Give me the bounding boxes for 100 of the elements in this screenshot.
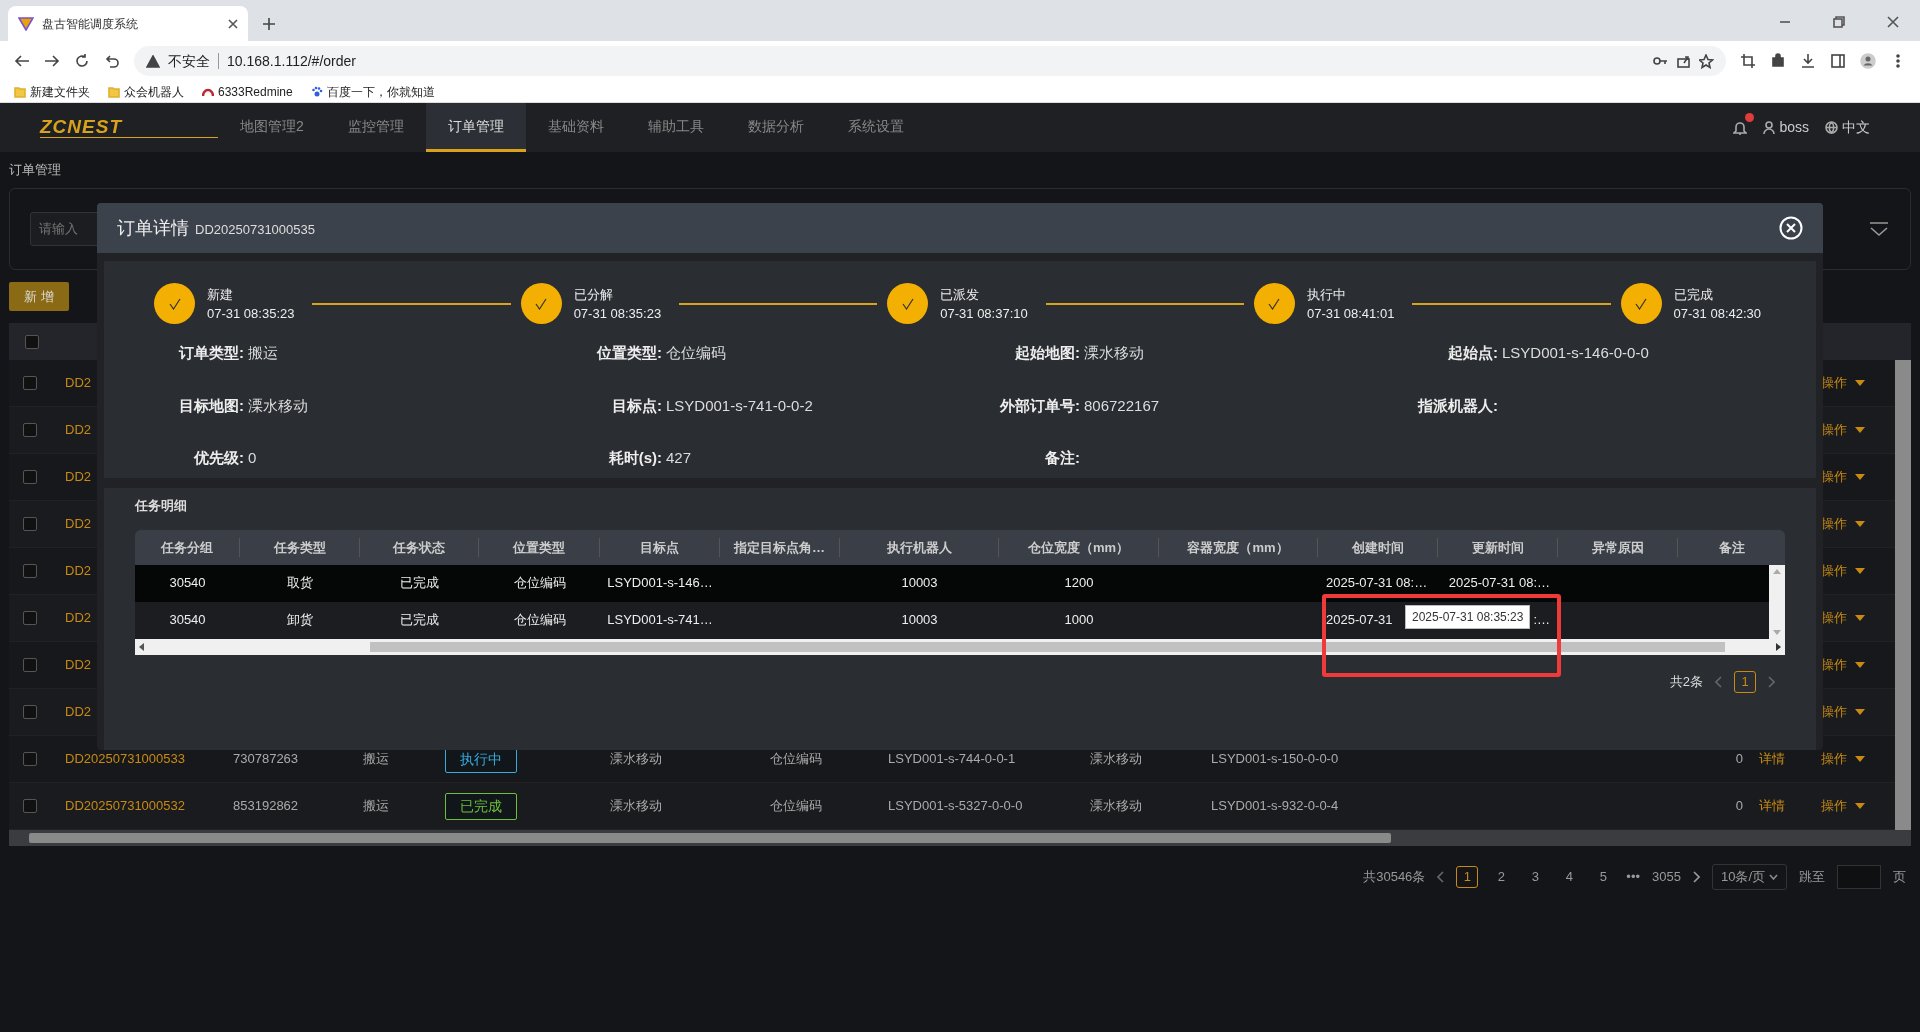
back-icon[interactable] <box>14 53 30 69</box>
field-value: 溧水移动 <box>247 395 308 416</box>
collapse-icon[interactable] <box>1868 220 1890 237</box>
prev-icon[interactable] <box>1437 870 1445 883</box>
select-all-checkbox[interactable] <box>25 334 39 349</box>
nav-tab[interactable]: 数据分析 <box>725 103 826 152</box>
scrollbar[interactable] <box>1895 360 1911 830</box>
row-checkbox[interactable] <box>23 423 37 437</box>
action-menu[interactable]: 操作 <box>1821 514 1885 534</box>
page-number[interactable]: 4 <box>1558 865 1581 888</box>
globe-icon[interactable] <box>1825 121 1838 134</box>
bookmark[interactable]: 众会机器人 <box>108 82 184 101</box>
page-number[interactable]: 2 <box>1490 865 1513 888</box>
close-icon[interactable] <box>1886 15 1900 29</box>
row-checkbox[interactable] <box>23 799 37 813</box>
new-tab-icon[interactable] <box>262 17 276 31</box>
action-menu[interactable]: 操作 <box>1821 373 1885 393</box>
table-cell: 1200 <box>1064 575 1094 591</box>
check-icon <box>1268 297 1281 310</box>
page-suffix: 页 <box>1893 868 1906 886</box>
row-checkbox[interactable] <box>23 705 37 719</box>
total-count: 共30546条 <box>1363 868 1426 886</box>
share-icon[interactable] <box>1676 53 1691 69</box>
action-menu[interactable]: 操作 <box>1821 655 1885 675</box>
row-checkbox[interactable] <box>23 517 37 531</box>
order-link[interactable]: DD20250731000532 <box>65 796 233 816</box>
detail-link[interactable]: 详情 <box>1759 749 1821 769</box>
check-icon <box>535 297 548 310</box>
order-number: DD20250731000535 <box>195 220 315 239</box>
page-number[interactable]: 1 <box>1734 670 1756 693</box>
reload-icon[interactable] <box>74 53 90 69</box>
row-checkbox[interactable] <box>23 376 37 390</box>
page-number[interactable]: 3 <box>1524 865 1547 888</box>
page-number[interactable]: 3055 <box>1652 865 1681 888</box>
step-label: 执行中 <box>1306 285 1347 304</box>
row-checkbox[interactable] <box>23 564 37 578</box>
row-checkbox[interactable] <box>23 470 37 484</box>
download-icon[interactable] <box>1800 53 1816 69</box>
detail-link[interactable]: 详情 <box>1759 796 1821 816</box>
page-size-select[interactable]: 10条/页 <box>1711 864 1787 890</box>
caret-icon <box>1855 521 1865 527</box>
table-cell-text: 0 <box>1734 797 1744 816</box>
undo-icon[interactable] <box>104 53 120 69</box>
row-checkbox[interactable] <box>23 658 37 672</box>
action-menu[interactable]: 操作 <box>1821 420 1885 440</box>
column-header: 任务类型 <box>240 537 360 557</box>
action-menu[interactable]: 操作 <box>1821 561 1885 581</box>
address-bar[interactable]: 不安全 10.168.1.112/#/order <box>134 46 1726 76</box>
add-button[interactable]: 新 增 <box>9 281 69 311</box>
sidebar-icon[interactable] <box>1830 53 1846 69</box>
caret-icon <box>1855 474 1865 480</box>
column-header: 异常原因 <box>1558 537 1678 557</box>
user-icon[interactable] <box>1763 121 1776 134</box>
close-icon[interactable] <box>228 18 238 29</box>
restore-icon[interactable] <box>1832 15 1846 29</box>
nav-tab[interactable]: 辅助工具 <box>625 103 726 152</box>
prev-icon[interactable] <box>1715 675 1722 688</box>
nav-tab[interactable]: 基础资料 <box>525 103 626 152</box>
logo-icon <box>18 16 34 31</box>
bookmark[interactable]: 6333Redmine <box>202 82 293 101</box>
nav-tab[interactable]: 订单管理 <box>425 103 526 152</box>
bell-icon[interactable] <box>1733 120 1748 137</box>
section-title: 任务明细 <box>135 496 188 515</box>
field-value: 搬运 <box>247 343 278 363</box>
column-header: 位置类型 <box>479 537 600 557</box>
nav-tab[interactable]: 监控管理 <box>325 103 426 152</box>
action-menu[interactable]: 操作 <box>1821 796 1885 816</box>
bookmark[interactable]: 百度一下，你就知道 <box>310 82 435 101</box>
scrollbar[interactable] <box>9 830 1911 846</box>
column-header: 更新时间 <box>1438 537 1558 557</box>
forward-icon[interactable] <box>44 53 60 69</box>
bookmark[interactable]: 新建文件夹 <box>14 82 90 101</box>
nav-tab[interactable]: 地图管理2 <box>218 103 326 152</box>
page-input[interactable] <box>1837 864 1881 889</box>
action-menu[interactable]: 操作 <box>1821 702 1885 722</box>
field-value: 溧水移动 <box>1083 343 1144 363</box>
table-cell: 10003 <box>901 575 938 591</box>
language-selector[interactable]: 中文 <box>1842 117 1870 138</box>
caret-icon <box>1855 756 1865 762</box>
next-icon[interactable] <box>1692 870 1700 883</box>
crop-icon[interactable] <box>1740 53 1756 69</box>
star-icon[interactable] <box>1699 53 1714 69</box>
page-ellipsis[interactable]: ••• <box>1626 867 1640 887</box>
nav-tab[interactable]: 系统设置 <box>825 103 926 152</box>
page-number[interactable]: 1 <box>1456 865 1479 888</box>
browser-tab[interactable]: 盘古智能调度系统 <box>8 6 248 41</box>
logo: ZCNEST <box>40 117 218 138</box>
vertical-scrollbar[interactable] <box>1769 564 1785 639</box>
action-menu[interactable]: 操作 <box>1821 608 1885 628</box>
table-cell-text: LSYD001-s-150-0-0-0 <box>1211 750 1340 769</box>
field-label: 指派机器人: <box>1416 395 1498 416</box>
action-menu[interactable]: 操作 <box>1821 467 1885 487</box>
table-cell-text: LSYD001-s-744-0-0-1 <box>888 750 1017 769</box>
page-number[interactable]: 5 <box>1592 865 1615 888</box>
row-checkbox[interactable] <box>23 611 37 625</box>
order-link[interactable]: DD20250731000533 <box>65 749 233 769</box>
user-name[interactable]: boss <box>1779 117 1809 138</box>
avatar-icon[interactable] <box>1860 53 1876 69</box>
action-menu[interactable]: 操作 <box>1821 749 1885 769</box>
row-checkbox[interactable] <box>23 752 37 766</box>
